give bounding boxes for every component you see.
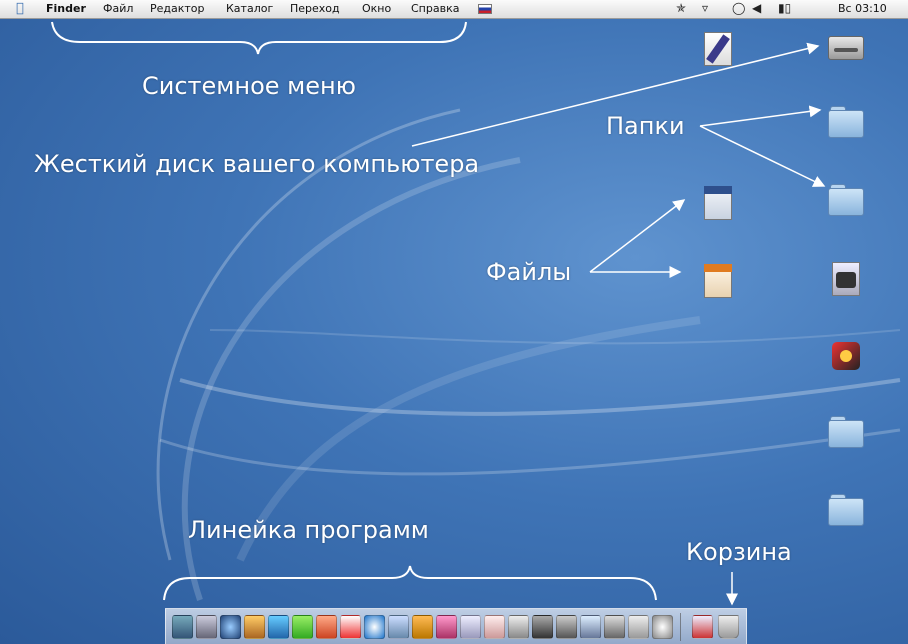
search-icon[interactable] bbox=[652, 615, 673, 639]
label-files: Файлы bbox=[486, 258, 572, 286]
itunes-icon[interactable] bbox=[388, 615, 409, 639]
preview-icon[interactable] bbox=[460, 615, 481, 639]
desktop-icon-folder-4[interactable] bbox=[796, 492, 896, 528]
desktop-icon-file-1[interactable] bbox=[668, 184, 768, 220]
desktop-icon-file-2[interactable] bbox=[668, 262, 768, 298]
desktop-icon-installer[interactable] bbox=[796, 260, 896, 296]
dock bbox=[165, 608, 747, 644]
photo-app-icon[interactable] bbox=[316, 615, 337, 639]
system-menu-bar:  Finder Файл Редактор Каталог Переход О… bbox=[0, 0, 908, 19]
russian-flag-icon[interactable] bbox=[478, 4, 492, 14]
desktop-icon-folder-1[interactable] bbox=[796, 104, 896, 140]
imovie-icon[interactable] bbox=[436, 615, 457, 639]
menu-finder[interactable]: Finder bbox=[46, 2, 86, 15]
internet-explorer-icon[interactable] bbox=[364, 615, 385, 639]
label-trash: Корзина bbox=[686, 538, 792, 566]
document-pen-icon bbox=[698, 30, 738, 66]
trash-icon[interactable] bbox=[718, 615, 739, 639]
folder-icon bbox=[826, 104, 866, 140]
dock-brace bbox=[163, 565, 657, 601]
system-preferences-icon[interactable] bbox=[196, 615, 217, 639]
quicktime-icon[interactable] bbox=[556, 615, 577, 639]
volume-icon[interactable]: ◀ bbox=[752, 1, 761, 15]
menu-catalog[interactable]: Каталог bbox=[226, 2, 273, 15]
installer-icon bbox=[826, 260, 866, 296]
hard-disk-icon bbox=[826, 28, 866, 64]
safari-icon[interactable] bbox=[220, 615, 241, 639]
desktop-icon-folder-2[interactable] bbox=[796, 182, 896, 218]
sherlock-icon[interactable] bbox=[580, 615, 601, 639]
application-icon bbox=[826, 338, 866, 374]
menu-window[interactable]: Окно bbox=[362, 2, 391, 15]
apple-icon[interactable]:  bbox=[16, 1, 24, 16]
ichat-icon[interactable] bbox=[292, 615, 313, 639]
minimized-window-icon[interactable] bbox=[692, 615, 713, 639]
iphoto-icon[interactable] bbox=[412, 615, 433, 639]
folder-icon bbox=[826, 414, 866, 450]
text-file-icon bbox=[698, 184, 738, 220]
utility-icon[interactable] bbox=[628, 615, 649, 639]
script-icon[interactable]: ✯ bbox=[676, 1, 686, 15]
label-folders: Папки bbox=[606, 112, 685, 140]
finder-icon[interactable] bbox=[172, 615, 193, 639]
calendar-icon[interactable] bbox=[340, 615, 361, 639]
label-hard-disk: Жесткий диск вашего компьютера bbox=[34, 150, 480, 178]
menu-edit[interactable]: Редактор bbox=[150, 2, 205, 15]
label-dock: Линейка программ bbox=[188, 516, 429, 544]
battery-icon[interactable]: ▮▯ bbox=[778, 1, 791, 15]
stickies-icon[interactable] bbox=[484, 615, 505, 639]
dock-separator bbox=[680, 613, 681, 641]
menu-file[interactable]: Файл bbox=[103, 2, 133, 15]
desktop-icon-document[interactable] bbox=[668, 30, 768, 66]
terminal-icon[interactable] bbox=[532, 615, 553, 639]
sync-icon[interactable]: ◯ bbox=[732, 1, 745, 15]
folder-icon bbox=[826, 182, 866, 218]
address-book-icon[interactable] bbox=[244, 615, 265, 639]
desktop-icon-hard-disk[interactable] bbox=[796, 28, 896, 64]
keychain-icon[interactable] bbox=[604, 615, 625, 639]
menu-help[interactable]: Справка bbox=[411, 2, 459, 15]
label-system-menu: Системное меню bbox=[142, 72, 356, 100]
desktop-icon-application[interactable] bbox=[796, 338, 896, 374]
system-menu-brace bbox=[51, 21, 467, 55]
presentation-file-icon bbox=[698, 262, 738, 298]
menu-clock[interactable]: Вс 03:10 bbox=[838, 2, 887, 15]
wifi-icon[interactable]: ▿ bbox=[702, 1, 708, 15]
menu-go[interactable]: Переход bbox=[290, 2, 340, 15]
text-edit-icon[interactable] bbox=[508, 615, 529, 639]
mail-icon[interactable] bbox=[268, 615, 289, 639]
desktop-icon-folder-3[interactable] bbox=[796, 414, 896, 450]
folder-icon bbox=[826, 492, 866, 528]
